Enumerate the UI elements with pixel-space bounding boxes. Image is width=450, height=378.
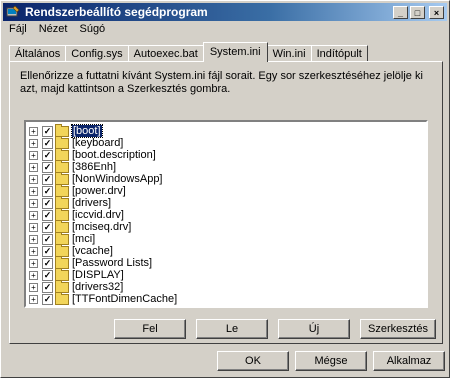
ini-section-tree[interactable]: + ✓ [boot] + ✓ [keyboard] + ✓ [boot.description]…: [24, 120, 428, 308]
tree-row-label: [iccvid.drv]: [72, 209, 124, 221]
tab-startup[interactable]: Indítópult: [310, 45, 368, 62]
row-checkbox[interactable]: ✓: [42, 233, 53, 245]
plus-expander-icon[interactable]: +: [29, 222, 38, 232]
tab-win-ini[interactable]: Win.ini: [266, 45, 312, 62]
row-checkbox[interactable]: ✓: [42, 257, 53, 269]
row-checkbox[interactable]: ✓: [42, 197, 53, 209]
plus-expander-icon[interactable]: +: [29, 126, 38, 136]
tree-row[interactable]: + ✓ [drivers32]: [26, 279, 426, 293]
row-checkbox[interactable]: ✓: [42, 281, 53, 293]
folder-icon: [55, 291, 69, 305]
plus-expander-icon[interactable]: +: [29, 186, 38, 196]
tree-row-label: [386Enh]: [72, 161, 117, 173]
tree-row[interactable]: + ✓ [iccvid.drv]: [26, 207, 426, 221]
tree-row-label: [DISPLAY]: [72, 269, 124, 281]
title-bar[interactable]: Rendszerbeállító segédprogram _ □ ×: [3, 3, 447, 21]
tree-row-label: [TTFontDimenCache]: [72, 293, 178, 305]
tree-row-label: [vcache]: [72, 245, 113, 257]
row-checkbox[interactable]: ✓: [42, 293, 53, 305]
row-checkbox[interactable]: ✓: [42, 221, 53, 233]
menu-file[interactable]: Fájl: [9, 23, 27, 39]
tree-row[interactable]: + ✓ [386Enh]: [26, 159, 426, 173]
row-checkbox[interactable]: ✓: [42, 161, 53, 173]
move-up-button[interactable]: Fel: [114, 319, 186, 339]
plus-expander-icon[interactable]: +: [29, 210, 38, 220]
tab-autoexec-bat[interactable]: Autoexec.bat: [127, 45, 204, 62]
row-checkbox[interactable]: ✓: [42, 269, 53, 281]
tree-row[interactable]: + ✓ [drivers]: [26, 195, 426, 209]
tree-row-label: [mciseq.drv]: [72, 221, 132, 233]
plus-expander-icon[interactable]: +: [29, 138, 38, 148]
tree-row[interactable]: + ✓ [TTFontDimenCache]: [26, 291, 426, 305]
close-button[interactable]: ×: [429, 5, 444, 19]
plus-expander-icon[interactable]: +: [29, 258, 38, 268]
plus-expander-icon[interactable]: +: [29, 198, 38, 208]
tree-row-label: [drivers]: [72, 197, 112, 209]
plus-expander-icon[interactable]: +: [29, 234, 38, 244]
tree-row-label: [mci]: [72, 233, 96, 245]
row-checkbox[interactable]: ✓: [42, 245, 53, 257]
system-config-window: Rendszerbeállító segédprogram _ □ × Fájl…: [0, 0, 450, 378]
tree-row-label: [boot]: [71, 124, 103, 138]
tree-row-label: [power.drv]: [72, 185, 126, 197]
tab-config-sys[interactable]: Config.sys: [65, 45, 129, 62]
tree-row-label: [boot.description]: [72, 149, 156, 161]
tab-system-ini[interactable]: System.ini: [202, 42, 268, 62]
row-checkbox[interactable]: ✓: [42, 125, 53, 137]
tree-row-label: [Password Lists]: [72, 257, 153, 269]
tree-row-label: [NonWindowsApp]: [72, 173, 163, 185]
plus-expander-icon[interactable]: +: [29, 150, 38, 160]
window-title: Rendszerbeállító segédprogram: [25, 5, 208, 19]
tree-row[interactable]: + ✓ [vcache]: [26, 243, 426, 257]
tab-strip: Általános Config.sys Autoexec.bat System…: [9, 42, 368, 62]
plus-expander-icon[interactable]: +: [29, 162, 38, 172]
plus-expander-icon[interactable]: +: [29, 294, 38, 304]
tree-row[interactable]: + ✓ [NonWindowsApp]: [26, 171, 426, 185]
app-icon: [6, 5, 20, 17]
tree-row[interactable]: + ✓ [keyboard]: [26, 135, 426, 149]
minimize-button[interactable]: _: [393, 5, 408, 19]
menu-view[interactable]: Nézet: [39, 23, 68, 39]
tree-row-label: [drivers32]: [72, 281, 124, 293]
menu-bar: Fájl Nézet Súgó: [5, 23, 105, 39]
tree-row[interactable]: + ✓ [mciseq.drv]: [26, 219, 426, 233]
row-checkbox[interactable]: ✓: [42, 137, 53, 149]
row-checkbox[interactable]: ✓: [42, 185, 53, 197]
tree-row[interactable]: + ✓ [mci]: [26, 231, 426, 245]
tree-row[interactable]: + ✓ [Password Lists]: [26, 255, 426, 269]
row-checkbox[interactable]: ✓: [42, 209, 53, 221]
plus-expander-icon[interactable]: +: [29, 174, 38, 184]
tree-row[interactable]: + ✓ [boot]: [26, 123, 426, 138]
instructions-text: Ellenőrizze a futtatni kívánt System.ini…: [20, 70, 423, 95]
maximize-button[interactable]: □: [410, 5, 425, 19]
tree-row[interactable]: + ✓ [boot.description]: [26, 147, 426, 161]
tree-row[interactable]: + ✓ [DISPLAY]: [26, 267, 426, 281]
system-ini-panel: Ellenőrizze a futtatni kívánt System.ini…: [9, 61, 443, 344]
edit-button[interactable]: Szerkesztés: [360, 319, 436, 339]
cancel-button[interactable]: Mégse: [295, 351, 367, 371]
plus-expander-icon[interactable]: +: [29, 282, 38, 292]
move-down-button[interactable]: Le: [196, 319, 268, 339]
plus-expander-icon[interactable]: +: [29, 246, 38, 256]
tree-row[interactable]: + ✓ [power.drv]: [26, 183, 426, 197]
menu-help[interactable]: Súgó: [79, 23, 105, 39]
row-checkbox[interactable]: ✓: [42, 149, 53, 161]
plus-expander-icon[interactable]: +: [29, 270, 38, 280]
row-checkbox[interactable]: ✓: [42, 173, 53, 185]
apply-button[interactable]: Alkalmaz: [373, 351, 445, 371]
tab-general[interactable]: Általános: [9, 45, 67, 62]
ok-button[interactable]: OK: [217, 351, 289, 371]
tree-row-label: [keyboard]: [72, 137, 124, 149]
new-button[interactable]: Új: [278, 319, 350, 339]
